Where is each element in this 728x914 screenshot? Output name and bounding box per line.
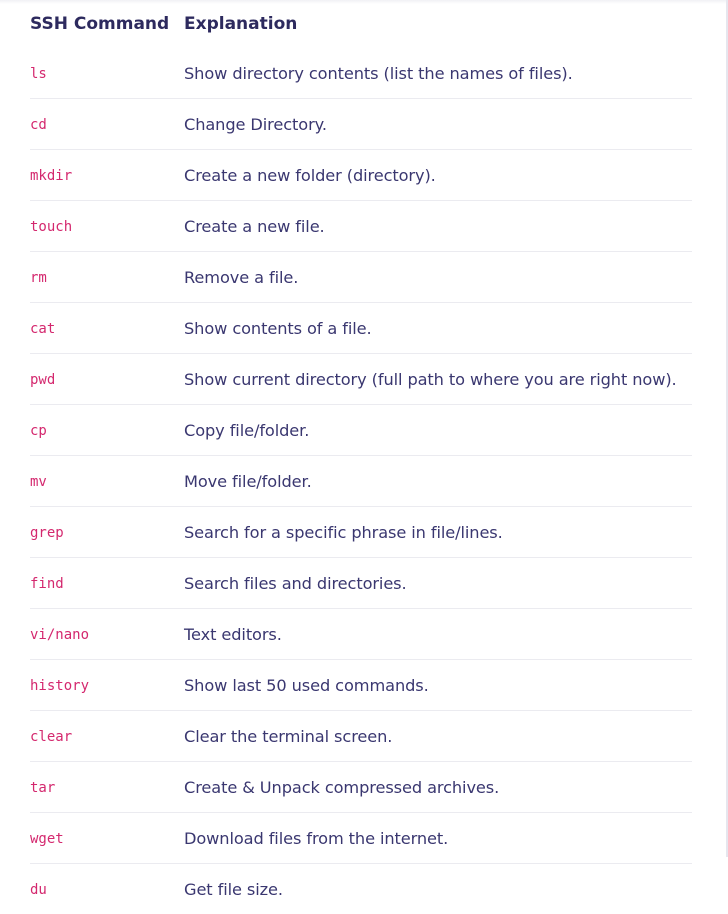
command-cell: vi/nano	[30, 609, 184, 660]
explanation-cell: Create a new folder (directory).	[184, 150, 692, 201]
command-cell: history	[30, 660, 184, 711]
table-header: SSH Command Explanation	[30, 0, 692, 48]
table-row: touchCreate a new file.	[30, 201, 692, 252]
table-row: historyShow last 50 used commands.	[30, 660, 692, 711]
explanation-cell: Clear the terminal screen.	[184, 711, 692, 762]
command-cell: mkdir	[30, 150, 184, 201]
command-cell: clear	[30, 711, 184, 762]
explanation-cell: Show last 50 used commands.	[184, 660, 692, 711]
explanation-cell: Text editors.	[184, 609, 692, 660]
explanation-cell: Show directory contents (list the names …	[184, 48, 692, 99]
table-row: mvMove file/folder.	[30, 456, 692, 507]
explanation-cell: Remove a file.	[184, 252, 692, 303]
command-cell: cd	[30, 99, 184, 150]
table-row: cdChange Directory.	[30, 99, 692, 150]
command-cell: pwd	[30, 354, 184, 405]
explanation-cell: Show current directory (full path to whe…	[184, 354, 692, 405]
header-ssh-command: SSH Command	[30, 0, 184, 48]
explanation-cell: Change Directory.	[184, 99, 692, 150]
explanation-cell: Copy file/folder.	[184, 405, 692, 456]
table-row: cpCopy file/folder.	[30, 405, 692, 456]
explanation-cell: Move file/folder.	[184, 456, 692, 507]
table-row: catShow contents of a file.	[30, 303, 692, 354]
explanation-cell: Search files and directories.	[184, 558, 692, 609]
table-row: duGet file size.	[30, 864, 692, 914]
command-cell: du	[30, 864, 184, 914]
command-cell: mv	[30, 456, 184, 507]
explanation-cell: Show contents of a file.	[184, 303, 692, 354]
table-body: lsShow directory contents (list the name…	[30, 48, 692, 914]
page-container: SSH Command Explanation lsShow directory…	[0, 0, 728, 857]
table-row: tarCreate & Unpack compressed archives.	[30, 762, 692, 813]
command-cell: ls	[30, 48, 184, 99]
command-cell: tar	[30, 762, 184, 813]
explanation-cell: Search for a specific phrase in file/lin…	[184, 507, 692, 558]
table-row: clearClear the terminal screen.	[30, 711, 692, 762]
table-row: vi/nanoText editors.	[30, 609, 692, 660]
table-row: rmRemove a file.	[30, 252, 692, 303]
command-cell: wget	[30, 813, 184, 864]
command-cell: touch	[30, 201, 184, 252]
header-row: SSH Command Explanation	[30, 0, 692, 48]
explanation-cell: Create & Unpack compressed archives.	[184, 762, 692, 813]
command-cell: rm	[30, 252, 184, 303]
table-row: grepSearch for a specific phrase in file…	[30, 507, 692, 558]
table-row: pwdShow current directory (full path to …	[30, 354, 692, 405]
header-explanation: Explanation	[184, 0, 692, 48]
command-cell: find	[30, 558, 184, 609]
command-cell: cp	[30, 405, 184, 456]
table-row: mkdirCreate a new folder (directory).	[30, 150, 692, 201]
explanation-cell: Download files from the internet.	[184, 813, 692, 864]
table-row: wgetDownload files from the internet.	[30, 813, 692, 864]
table-row: lsShow directory contents (list the name…	[30, 48, 692, 99]
command-cell: cat	[30, 303, 184, 354]
table-row: findSearch files and directories.	[30, 558, 692, 609]
command-cell: grep	[30, 507, 184, 558]
explanation-cell: Get file size.	[184, 864, 692, 914]
ssh-commands-table: SSH Command Explanation lsShow directory…	[30, 0, 692, 914]
explanation-cell: Create a new file.	[184, 201, 692, 252]
